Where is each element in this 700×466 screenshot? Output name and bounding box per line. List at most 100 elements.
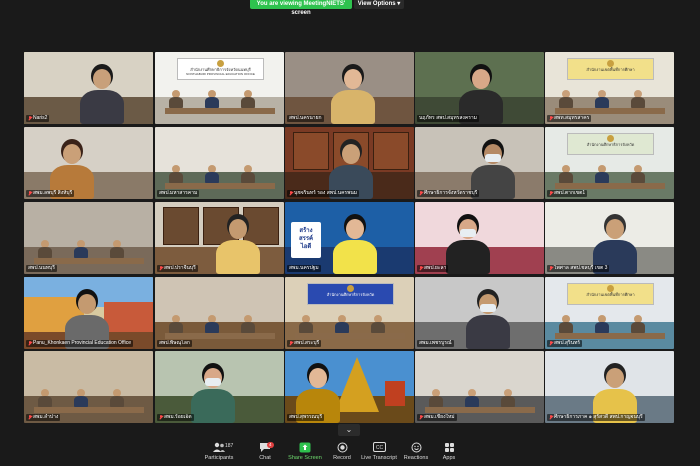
participant-video-tile[interactable]: สำนักงานศึกษาธิการจังหวัด สพป.ตากเขต1 — [545, 127, 674, 199]
participant-video-tile[interactable]: สร้าง สรรค์ ไอดี สพม.นครปฐม — [285, 202, 414, 274]
participant-name-label: ศึกษาธิการจังหวัดราชบุรี — [417, 190, 480, 197]
top-banner: You are viewing MeetingNIETS' screen Vie… — [0, 0, 700, 16]
participant-name: ไพศาล สพป.ชลบุรี เขต 3 — [554, 265, 608, 271]
person-figure — [446, 214, 490, 274]
emblem-icon — [607, 285, 614, 292]
video-feed — [415, 277, 544, 349]
participant-video-tile[interactable]: สำนักงานศึกษาธิการจังหวัดสพป.สระบุรี — [285, 277, 414, 349]
person-figure — [631, 90, 645, 108]
person-figure — [216, 214, 260, 274]
participant-name: สพป.สุพรรณบุรี — [289, 414, 323, 420]
participant-name-label: นุชจรินทร์ รอง สพป.นครพนม — [287, 190, 360, 197]
wall-sign: สำนักงานศึกษาธิการจังหวัด — [307, 283, 394, 305]
conference-table — [555, 333, 665, 339]
torso — [205, 97, 219, 108]
participant-video-tile[interactable]: ศึกษาธิการภาค ๑ สุรัสวดี สพป.กาญจนบุรี — [545, 351, 674, 423]
svg-text:CC: CC — [375, 445, 383, 451]
building — [104, 302, 153, 332]
torso — [299, 322, 313, 333]
participant-name-label: สพม.ลำปาง — [26, 414, 61, 421]
participant-video-tile[interactable]: นฤภัทร สพป.สมุทรสงคราม — [415, 52, 544, 124]
participants-button[interactable]: 187 Participants — [197, 441, 241, 465]
participant-name: ศึกษาธิการจังหวัดราชบุรี — [424, 190, 478, 196]
torso — [74, 247, 88, 258]
pagoda — [335, 357, 379, 412]
participant-video-tile[interactable]: สพม.ร้อยเอ็ด — [155, 351, 284, 423]
participant-name-label: สพป.มหาสารคาม — [157, 190, 200, 197]
wall-sign: สำนักงานศึกษาธิการจังหวัดนนทบุรี NONTHABU… — [177, 58, 264, 80]
person-figure — [169, 165, 183, 183]
participants-count: 187 — [225, 443, 234, 449]
participant-video-tile[interactable]: สพป.มหาสารคาม — [155, 127, 284, 199]
participants-label: Participants — [204, 455, 234, 461]
participant-video-tile[interactable]: สพป.ปราจีนบุรี — [155, 202, 284, 274]
video-feed — [545, 351, 674, 423]
participant-name: สพป.สระบุรี — [294, 340, 320, 346]
participant-video-tile[interactable]: สพป.ยะลา — [415, 202, 544, 274]
conference-table — [555, 108, 665, 114]
emblem-icon — [217, 60, 224, 67]
bookshelf — [293, 132, 329, 170]
chevron-down-icon[interactable]: ⌄ — [338, 424, 360, 436]
participant-video-tile[interactable]: ศึกษาธิการจังหวัดราชบุรี — [415, 127, 544, 199]
participant-video-tile[interactable]: สพป.นครนายก — [285, 52, 414, 124]
participant-video-tile[interactable]: Naris2 — [24, 52, 153, 124]
video-feed — [24, 52, 153, 124]
participant-video-tile[interactable]: สพป.พิษณุโลก — [155, 277, 284, 349]
participant-video-tile[interactable]: สพม.เชียงใหม่ — [415, 351, 544, 423]
participant-video-tile[interactable]: สำนักงานเขตพื้นที่การศึกษา สพป.สุรินทร์ — [545, 277, 674, 349]
conference-table — [34, 407, 144, 413]
view-options-button[interactable]: View Options ▾ — [354, 0, 404, 9]
torso — [429, 396, 443, 407]
conference-table — [425, 407, 535, 413]
participant-name: นฤภัทร สพป.สมุทรสงคราม — [419, 115, 477, 121]
cc-icon: CC — [372, 442, 386, 452]
torso — [80, 90, 124, 124]
share-screen-icon — [299, 442, 311, 452]
participant-video-tile[interactable]: สำนักงานเขตพื้นที่การศึกษา สพท.สมุทรสาคร — [545, 52, 674, 124]
video-feed: สำนักงานศึกษาธิการจังหวัด — [285, 277, 414, 349]
torso — [595, 97, 609, 108]
video-feed — [155, 277, 284, 349]
participant-name: สพป.มหาสารคาม — [159, 190, 198, 196]
video-feed — [285, 52, 414, 124]
mic-muted-icon — [28, 415, 32, 420]
torso — [191, 389, 235, 423]
sign-text: สำนักงานศึกษาธิการจังหวัด — [586, 142, 635, 147]
participant-name-label: สพม.เพชรบูรณ์ — [417, 340, 454, 347]
participant-name: สพม.ร้อยเอ็ด — [164, 414, 192, 420]
participant-video-tile[interactable]: Panu_Khonkaen Provincial Education Offic… — [24, 277, 153, 349]
participant-name-label: ไพศาล สพป.ชลบุรี เขต 3 — [547, 265, 610, 272]
participant-video-tile[interactable]: ไพศาล สพป.ชลบุรี เขต 3 — [545, 202, 674, 274]
participant-name: สพป.ยะลา — [424, 265, 447, 271]
torso — [631, 172, 645, 183]
participant-video-tile[interactable]: สพม.เพชรบูรณ์ — [415, 277, 544, 349]
chat-unread-badge: 4 — [267, 442, 274, 448]
temple-building — [385, 381, 405, 406]
meeting-toolbar: 187 Participants 4 Chat Share Screen Rec… — [0, 438, 700, 466]
participant-video-tile[interactable]: สพม.ลพบุรี สิงห์บุรี — [24, 127, 153, 199]
poster: สร้าง สรรค์ ไอดี — [291, 222, 321, 258]
video-feed — [415, 52, 544, 124]
person-figure — [559, 90, 573, 108]
torso — [559, 97, 573, 108]
wall-sign: สำนักงานเขตพื้นที่การศึกษา — [567, 58, 654, 80]
conference-table — [165, 183, 275, 189]
chat-button[interactable]: 4 Chat — [243, 441, 287, 465]
participant-video-tile[interactable]: สพป.นนทบุรี — [24, 202, 153, 274]
face — [344, 69, 362, 89]
video-feed — [415, 127, 544, 199]
participant-video-tile[interactable]: นุชจรินทร์ รอง สพป.นครพนม — [285, 127, 414, 199]
participant-name: Panu_Khonkaen Provincial Education Offic… — [33, 340, 132, 346]
participant-video-tile[interactable]: สพม.ลำปาง — [24, 351, 153, 423]
face — [472, 69, 490, 89]
participant-video-tile[interactable]: สพป.สุพรรณบุรี — [285, 351, 414, 423]
person-figure — [169, 315, 183, 333]
apps-button[interactable]: Apps — [427, 441, 471, 465]
torso — [205, 322, 219, 333]
torso — [241, 97, 255, 108]
viewing-screen-indicator: You are viewing MeetingNIETS' screen — [250, 0, 352, 16]
participant-video-tile[interactable]: สำนักงานศึกษาธิการจังหวัดนนทบุรี NONTHABU… — [155, 52, 284, 124]
video-feed — [155, 202, 284, 274]
person-figure — [631, 315, 645, 333]
